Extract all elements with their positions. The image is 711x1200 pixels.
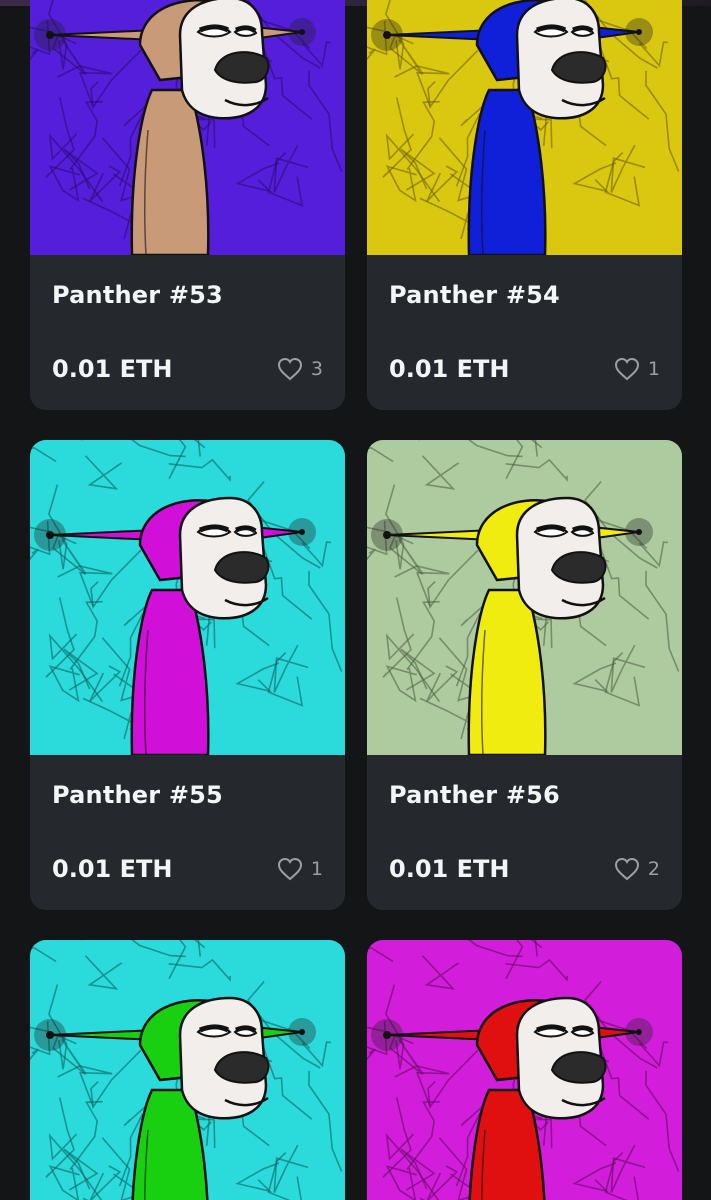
like-count: 3 xyxy=(310,358,323,380)
nft-price: 0.01 ETH xyxy=(52,355,173,383)
nft-image[interactable] xyxy=(30,0,345,255)
nft-price: 0.01 ETH xyxy=(52,855,173,883)
nft-card[interactable]: Panther #56 0.01 ETH 2 xyxy=(367,440,682,910)
nft-card-info: Panther #56 0.01 ETH 2 xyxy=(367,755,682,910)
like-count: 2 xyxy=(647,858,660,880)
panther-artwork xyxy=(30,940,345,1200)
nft-card[interactable]: Panther #55 0.01 ETH 1 xyxy=(30,440,345,910)
nft-grid: Panther #53 0.01 ETH 3 Panther #54 0.01 … xyxy=(0,0,711,1200)
nft-card[interactable]: Panther #53 0.01 ETH 3 xyxy=(30,0,345,410)
panther-artwork xyxy=(30,0,345,255)
panther-artwork xyxy=(367,940,682,1200)
nft-image[interactable] xyxy=(367,940,682,1200)
nft-image[interactable] xyxy=(367,0,682,255)
nft-name[interactable]: Panther #54 xyxy=(389,281,560,309)
nft-card[interactable] xyxy=(367,940,682,1200)
nft-image[interactable] xyxy=(367,440,682,755)
nft-image[interactable] xyxy=(30,940,345,1200)
nft-name[interactable]: Panther #53 xyxy=(52,281,223,309)
nft-card[interactable] xyxy=(30,940,345,1200)
heart-icon[interactable] xyxy=(277,857,303,881)
nft-price: 0.01 ETH xyxy=(389,855,510,883)
like-button[interactable]: 2 xyxy=(614,857,660,881)
nft-card-info: Panther #55 0.01 ETH 1 xyxy=(30,755,345,910)
heart-icon[interactable] xyxy=(614,357,640,381)
nft-image[interactable] xyxy=(30,440,345,755)
like-count: 1 xyxy=(310,858,323,880)
like-button[interactable]: 1 xyxy=(614,357,660,381)
like-button[interactable]: 1 xyxy=(277,857,323,881)
panther-artwork xyxy=(367,440,682,755)
like-count: 1 xyxy=(647,358,660,380)
panther-artwork xyxy=(30,440,345,755)
panther-artwork xyxy=(367,0,682,255)
like-button[interactable]: 3 xyxy=(277,357,323,381)
nft-card-info: Panther #53 0.01 ETH 3 xyxy=(30,255,345,410)
heart-icon[interactable] xyxy=(277,357,303,381)
nft-card[interactable]: Panther #54 0.01 ETH 1 xyxy=(367,0,682,410)
heart-icon[interactable] xyxy=(614,857,640,881)
nft-price: 0.01 ETH xyxy=(389,355,510,383)
nft-name[interactable]: Panther #55 xyxy=(52,781,223,809)
nft-name[interactable]: Panther #56 xyxy=(389,781,560,809)
nft-card-info: Panther #54 0.01 ETH 1 xyxy=(367,255,682,410)
